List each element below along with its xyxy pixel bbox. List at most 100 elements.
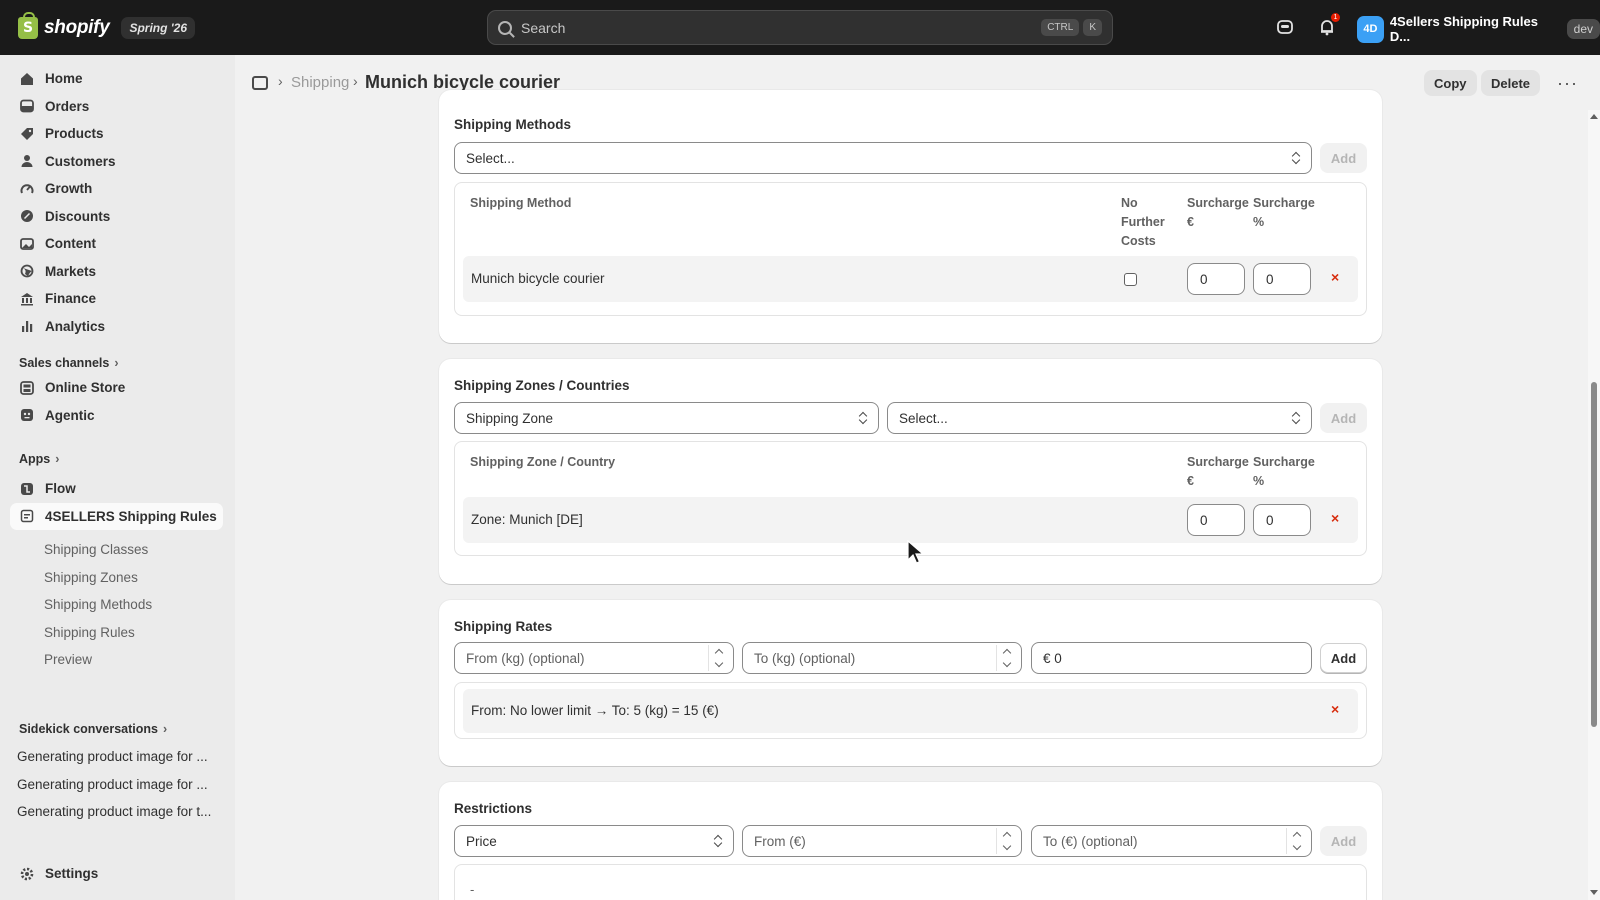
sidekick-conversation-item[interactable]: Generating product image for ...	[17, 749, 208, 764]
bell-icon[interactable]: 1	[1316, 13, 1340, 38]
rate-description: From: No lower limit → To: 5 (kg) = 15 (…	[471, 703, 719, 718]
sales-channels-heading[interactable]: Sales channels ›	[19, 356, 119, 370]
select-value: Price	[466, 833, 497, 849]
tag-icon	[20, 127, 34, 141]
chevron-right-icon: ›	[162, 722, 168, 736]
store-switcher[interactable]: 4D 4Sellers Shipping Rules D... dev	[1357, 14, 1600, 44]
add-zone-button[interactable]: Add	[1320, 403, 1367, 433]
gauge-icon	[20, 182, 34, 196]
rate-to-input[interactable]: To (kg) (optional)	[742, 642, 1022, 674]
stepper-icon[interactable]	[708, 645, 727, 671]
copy-button[interactable]: Copy	[1424, 70, 1477, 96]
restriction-type-select[interactable]: Price	[454, 825, 734, 857]
sidebar-item-finance[interactable]: Finance	[10, 285, 223, 312]
sidebar-item-markets[interactable]: Markets	[10, 258, 223, 285]
search-icon	[498, 20, 512, 35]
add-method-button[interactable]: Add	[1320, 143, 1367, 173]
surcharge-pct-input[interactable]: 0	[1253, 504, 1311, 536]
sidebar-item-online-store[interactable]: Online Store	[10, 374, 223, 401]
remove-row-button[interactable]: ×	[1331, 701, 1339, 717]
restrictions-card: Restrictions Price From (€) To (€) (opti…	[439, 782, 1382, 900]
col-label-line: Costs	[1121, 234, 1156, 248]
sidebar-item-settings[interactable]: Settings	[10, 860, 223, 887]
apps-label: Apps	[19, 452, 51, 466]
restriction-to-input[interactable]: To (€) (optional)	[1031, 825, 1312, 857]
surcharge-eur-input[interactable]: 0	[1187, 504, 1245, 536]
breadcrumb-separator: ›	[353, 73, 358, 89]
app-breadcrumb-icon[interactable]	[252, 76, 268, 90]
sidebar-item-growth[interactable]: Growth	[10, 175, 223, 202]
stepper-icon[interactable]	[996, 645, 1015, 671]
store-name: 4Sellers Shipping Rules D...	[1389, 14, 1538, 44]
remove-row-button[interactable]: ×	[1331, 510, 1339, 526]
sidebar-item-customers[interactable]: Customers	[10, 148, 223, 175]
zones-table: Shipping Zone / Country Surcharge € Surc…	[454, 441, 1367, 556]
sidebar-subitem-shipping-zones[interactable]: Shipping Zones	[44, 570, 138, 585]
apps-heading[interactable]: Apps ›	[19, 452, 59, 466]
surcharge-pct-input[interactable]: 0	[1253, 263, 1311, 295]
method-name: Munich bicycle courier	[471, 271, 605, 286]
add-restriction-button[interactable]: Add	[1320, 826, 1367, 856]
sidebar-subitem-shipping-methods[interactable]: Shipping Methods	[44, 597, 152, 612]
zone-select[interactable]: Select...	[887, 402, 1312, 434]
input-placeholder: To (€) (optional)	[1043, 833, 1138, 849]
agent-icon	[20, 408, 34, 422]
sidebar-item-label: Orders	[45, 98, 90, 114]
sidekick-icon[interactable]	[1274, 16, 1296, 38]
sidebar-item-content[interactable]: Content	[10, 230, 223, 257]
stepper-icon[interactable]	[996, 828, 1015, 854]
flow-icon	[20, 482, 34, 496]
shipping-methods-title: Shipping Methods	[454, 117, 571, 132]
sidebar-item-label: Growth	[45, 181, 93, 196]
restrictions-title: Restrictions	[454, 801, 533, 816]
sidebar-item-analytics[interactable]: Analytics	[10, 313, 223, 340]
sidebar-item-discounts[interactable]: Discounts	[10, 203, 223, 230]
brand-name: shopify	[44, 16, 110, 38]
restriction-from-input[interactable]: From (€)	[742, 825, 1022, 857]
rate-from-input[interactable]: From (kg) (optional)	[454, 642, 734, 674]
sidebar-item-orders[interactable]: Orders	[10, 93, 223, 120]
chevron-right-icon: ›	[55, 452, 60, 466]
col-no-further-costs: No Further Costs	[1121, 194, 1165, 251]
zone-type-select[interactable]: Shipping Zone	[454, 402, 879, 434]
rates-table: From: No lower limit → To: 5 (kg) = 15 (…	[454, 682, 1367, 739]
sidebar-item-flow[interactable]: Flow	[10, 475, 223, 502]
sidekick-conversation-item[interactable]: Generating product image for ...	[17, 777, 208, 792]
more-actions-button[interactable]: ···	[1557, 73, 1578, 94]
delete-button[interactable]: Delete	[1481, 70, 1541, 96]
sidebar-subitem-preview[interactable]: Preview	[44, 652, 92, 667]
sidebar-item-label: Products	[45, 126, 104, 141]
rate-price-input[interactable]: € 0	[1031, 642, 1312, 674]
scrollbar-thumb[interactable]	[1591, 382, 1597, 727]
sidebar-item-home[interactable]: Home	[10, 65, 223, 92]
col-label-line: Surcharge	[1187, 196, 1249, 210]
stepper-icon[interactable]	[1286, 828, 1305, 854]
sidekick-heading[interactable]: Sidekick conversations ›	[19, 722, 167, 736]
shortcut-ctrl: CTRL	[1041, 19, 1080, 36]
sidekick-conversation-item[interactable]: Generating product image for t...	[17, 804, 211, 819]
col-surcharge-eur: Surcharge €	[1187, 453, 1249, 491]
select-value: Select...	[466, 150, 515, 166]
sidebar-subitem-shipping-classes[interactable]: Shipping Classes	[44, 542, 148, 557]
sidebar-subitem-shipping-rules[interactable]: Shipping Rules	[44, 625, 135, 640]
col-label-line: Surcharge	[1253, 196, 1315, 210]
surcharge-eur-input[interactable]: 0	[1187, 263, 1245, 295]
shipping-method-select[interactable]: Select...	[454, 142, 1312, 174]
breadcrumb-shipping[interactable]: Shipping	[291, 74, 349, 91]
search-input[interactable]: Search CTRL K	[487, 10, 1113, 45]
breadcrumb-separator: ›	[278, 73, 283, 89]
sidebar-item-4sellers-shipping-rules[interactable]: 4SELLERS Shipping Rules	[10, 502, 223, 530]
gear-icon	[20, 867, 34, 881]
sidebar-item-products[interactable]: Products	[10, 120, 223, 147]
sidebar-item-agentic[interactable]: Agentic	[10, 402, 223, 429]
scroll-up-arrow[interactable]	[1590, 114, 1598, 119]
col-surcharge-eur: Surcharge €	[1187, 194, 1249, 232]
no-further-costs-checkbox[interactable]	[1124, 273, 1137, 286]
scrollbar[interactable]	[1588, 110, 1600, 900]
scroll-down-arrow[interactable]	[1590, 890, 1598, 895]
bar-chart-icon	[20, 319, 34, 333]
add-rate-button[interactable]: Add	[1320, 643, 1367, 673]
shopify-logo[interactable]: S shopify	[18, 11, 110, 39]
col-label-line: %	[1253, 215, 1265, 229]
remove-row-button[interactable]: ×	[1331, 269, 1339, 285]
